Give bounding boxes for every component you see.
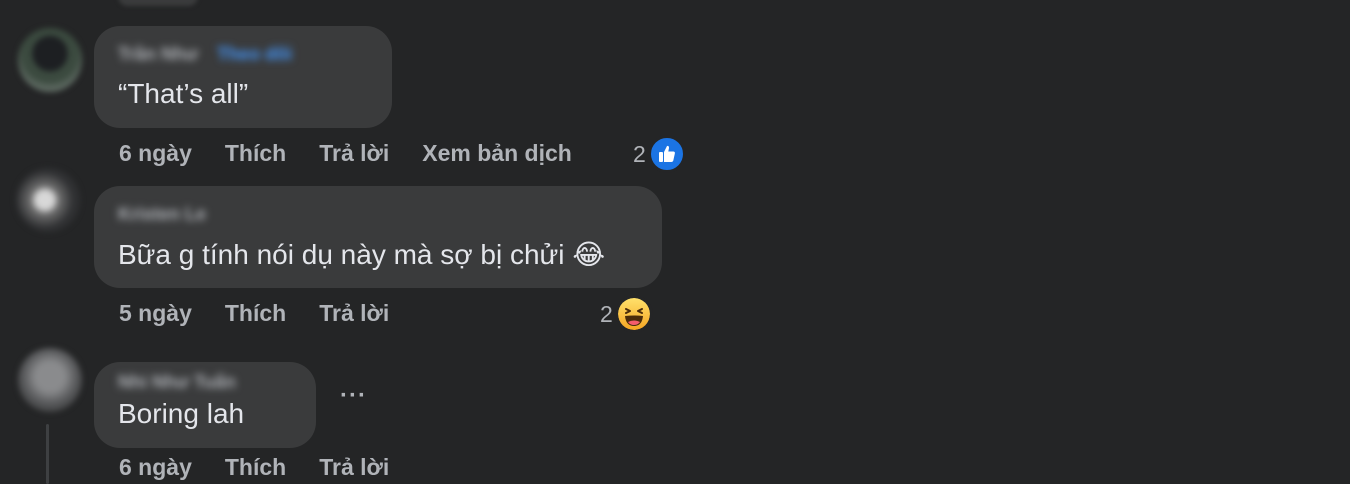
comment-author[interactable]: Nhi Như Tuấn (118, 372, 236, 392)
comments-section: Trần Như Theo dõi “That’s all” 6 ngày Th… (0, 0, 1350, 484)
reaction-summary[interactable]: 2 (633, 135, 686, 173)
avatar[interactable] (18, 348, 82, 412)
reply-button[interactable]: Trả lời (319, 300, 389, 327)
avatar[interactable] (18, 28, 82, 92)
comment-text: Bữa g tính nói dụ này mà sợ bị chửi 😂 (118, 239, 606, 270)
comment-actions: 5 ngày Thích Trả lời (119, 300, 422, 327)
reply-thread-line (46, 424, 49, 484)
comment-actions: 6 ngày Thích Trả lời (119, 454, 422, 481)
comment-timestamp[interactable]: 5 ngày (119, 300, 192, 327)
reaction-count: 2 (633, 140, 646, 167)
previous-comment-fragment (118, 0, 198, 6)
laughing-tears-emoji: 😂 (572, 239, 606, 270)
comment-bubble: Kristen Le Bữa g tính nói dụ này mà sợ b… (94, 186, 662, 288)
comment-timestamp[interactable]: 6 ngày (119, 140, 192, 167)
more-options-button[interactable]: ··· (340, 382, 367, 410)
reaction-count: 2 (600, 300, 613, 327)
avatar[interactable] (16, 168, 80, 232)
comment-author[interactable]: Kristen Le (118, 204, 206, 224)
comment-bubble: Trần Như Theo dõi “That’s all” (94, 26, 392, 128)
comment-author[interactable]: Trần Như (118, 44, 198, 64)
like-icon (647, 135, 686, 173)
comment-text: “That’s all” (118, 78, 249, 109)
comment-bubble: Nhi Như Tuấn Boring lah (94, 362, 316, 448)
like-button[interactable]: Thích (225, 454, 286, 481)
like-button[interactable]: Thích (225, 140, 286, 167)
reply-button[interactable]: Trả lời (319, 140, 389, 167)
comment-text: Boring lah (118, 398, 245, 429)
follow-link[interactable]: Theo dõi (217, 44, 292, 64)
comment-timestamp[interactable]: 6 ngày (119, 454, 192, 481)
haha-icon (614, 295, 653, 333)
comment-actions: 6 ngày Thích Trả lời Xem bản dịch (119, 140, 605, 167)
reply-button[interactable]: Trả lời (319, 454, 389, 481)
translate-button[interactable]: Xem bản dịch (422, 140, 572, 167)
like-button[interactable]: Thích (225, 300, 286, 327)
reaction-summary[interactable]: 2 (600, 295, 653, 333)
